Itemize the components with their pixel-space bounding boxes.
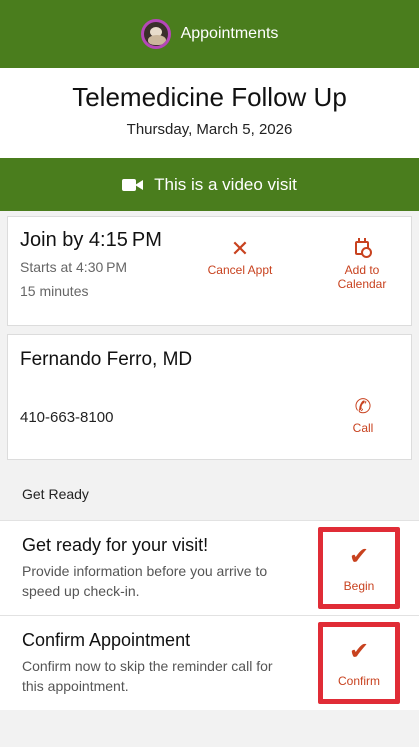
confirm-label: Confirm	[337, 674, 380, 688]
video-banner-text: This is a video visit	[154, 174, 297, 194]
confirm-button[interactable]: ✔ Confirm	[318, 622, 400, 704]
task-item-get-ready[interactable]: Get ready for your visit! Provide inform…	[0, 520, 419, 615]
calendar-label: Add to Calendar	[337, 263, 387, 291]
appointment-heading: Telemedicine Follow Up Thursday, March 5…	[0, 68, 419, 158]
task-description: Confirm now to skip the reminder call fo…	[22, 658, 273, 694]
appointment-time-card: Join by 4:15 PM Starts at 4:30 PM 15 min…	[7, 216, 412, 326]
provider-phone: 410-663-8100	[20, 409, 114, 426]
get-ready-heading: Get Ready	[22, 486, 89, 502]
close-icon: ✕	[230, 236, 250, 261]
avatar[interactable]	[140, 19, 171, 49]
begin-label: Begin	[343, 579, 375, 593]
appointment-title: Telemedicine Follow Up	[72, 82, 347, 112]
task-title: Confirm Appointment	[22, 630, 191, 650]
cancel-label: Cancel Appt	[207, 263, 273, 277]
header-title: Appointments	[180, 25, 279, 42]
appointment-date: Thursday, March 5, 2026	[126, 121, 293, 138]
video-camera-icon	[122, 178, 144, 191]
start-time: Starts at 4:30 PM	[20, 259, 128, 275]
begin-button[interactable]: ✔ Begin	[318, 527, 400, 609]
cancel-appointment-button[interactable]: ✕ Cancel Appt	[200, 236, 280, 278]
add-to-calendar-button[interactable]: Add to Calendar	[326, 237, 398, 291]
video-visit-banner: This is a video visit	[0, 158, 419, 211]
call-button[interactable]: ✆ Call	[338, 395, 388, 435]
phone-icon: ✆	[354, 396, 372, 418]
task-description: Provide information before you arrive to…	[22, 563, 268, 599]
provider-name: Fernando Ferro, MD	[20, 349, 193, 370]
join-by-time: Join by 4:15 PM	[20, 229, 162, 251]
task-title: Get ready for your visit!	[22, 535, 209, 555]
app-header: Appointments	[0, 0, 419, 68]
provider-card: Fernando Ferro, MD 410-663-8100 ✆ Call	[7, 334, 412, 460]
checkmark-icon: ✔	[348, 638, 370, 665]
duration: 15 minutes	[20, 283, 89, 299]
checkmark-icon: ✔	[348, 543, 370, 570]
call-label: Call	[352, 421, 374, 435]
calendar-add-icon	[355, 238, 372, 258]
task-item-confirm[interactable]: Confirm Appointment Confirm now to skip …	[0, 615, 419, 710]
